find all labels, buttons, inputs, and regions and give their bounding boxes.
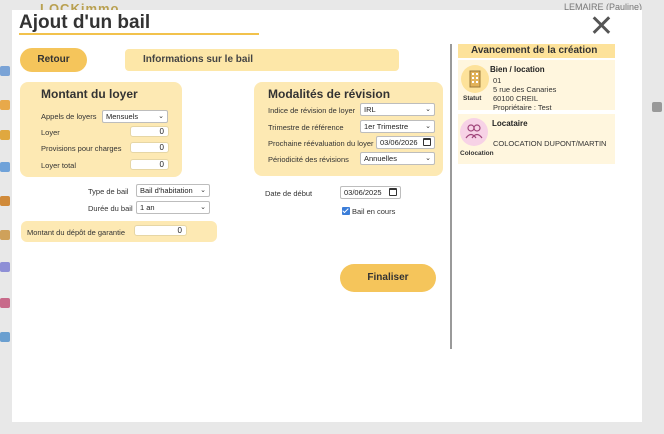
prochaine-reevaluation-value: 03/06/2026 — [380, 138, 418, 147]
date-debut-value: 03/06/2025 — [344, 188, 382, 197]
modalites-revision-heading: Modalités de révision — [268, 87, 391, 101]
modal-title: Ajout d'un bail — [19, 12, 151, 33]
info-bail-bar: Informations sur le bail — [125, 49, 399, 71]
building-icon — [461, 65, 489, 93]
locataire-status-label: Colocation — [460, 150, 494, 157]
appels-loyers-value: Mensuels — [106, 112, 139, 121]
indice-revision-label: Indice de révision de loyer — [268, 106, 356, 115]
type-bail-select[interactable]: Bail d'habitation ⌄ — [136, 184, 210, 197]
date-debut-label: Date de début — [265, 189, 313, 198]
background-nav-icon — [0, 162, 10, 172]
trimestre-reference-select[interactable]: 1er Trimestre ⌄ — [360, 120, 435, 133]
montant-loyer-heading: Montant du loyer — [41, 87, 138, 101]
background-nav-icon — [0, 298, 10, 308]
trimestre-reference-label: Trimestre de référence — [268, 123, 344, 132]
indice-revision-value: IRL — [364, 105, 376, 114]
finaliser-button[interactable]: Finaliser — [340, 264, 436, 292]
background-nav-icon — [0, 262, 10, 272]
title-underline — [19, 33, 259, 35]
bien-location-name: Bien / location — [490, 65, 545, 74]
bien-status-label: Statut — [463, 95, 482, 102]
indice-revision-select[interactable]: IRL ⌄ — [360, 103, 435, 116]
periodicite-value: Annuelles — [364, 154, 397, 163]
locataire-step: Colocation Locataire COLOCATION DUPONT/M… — [458, 114, 615, 164]
periodicite-select[interactable]: Annuelles ⌄ — [360, 152, 435, 165]
depot-garantie-input[interactable]: 0 — [134, 225, 187, 236]
calendar-icon[interactable] — [423, 138, 431, 146]
background-nav-icon — [0, 196, 10, 206]
provisions-label: Provisions pour charges — [41, 144, 122, 153]
background-nav-icon — [0, 66, 10, 76]
people-icon — [460, 118, 488, 146]
bail-en-cours-label[interactable]: Bail en cours — [352, 207, 395, 216]
ajout-bail-modal: Ajout d'un bail ✕ Retour Informations su… — [12, 10, 642, 422]
retour-button[interactable]: Retour — [20, 48, 87, 72]
appels-loyers-label: Appels de loyers — [41, 112, 97, 121]
duree-bail-value: 1 an — [140, 203, 155, 212]
provisions-input[interactable]: 0 — [130, 142, 169, 153]
vertical-divider — [450, 44, 452, 349]
avancement-title: Avancement de la création — [458, 44, 615, 58]
background-nav-icon — [0, 130, 10, 140]
modalites-revision-card: Modalités de révision Indice de révision… — [254, 82, 443, 176]
chevron-down-icon: ⌄ — [425, 106, 431, 113]
locataire-name: Locataire — [492, 119, 528, 128]
depot-garantie-card: Montant du dépôt de garantie 0 — [21, 221, 217, 242]
depot-garantie-label: Montant du dépôt de garantie — [27, 228, 125, 237]
background-nav-icon — [0, 100, 10, 110]
periodicite-label: Périodicité des révisions — [268, 155, 349, 164]
prochaine-reevaluation-label: Prochaine réévaluation du loyer — [268, 139, 374, 148]
duree-bail-select[interactable]: 1 an ⌄ — [136, 201, 210, 214]
loyer-label: Loyer — [41, 128, 60, 137]
chevron-down-icon: ⌄ — [158, 113, 164, 120]
bien-line-4: Propriétaire : Test — [493, 103, 552, 112]
appels-loyers-select[interactable]: Mensuels ⌄ — [102, 110, 168, 123]
date-debut-input[interactable]: 03/06/2025 — [340, 186, 401, 199]
close-icon[interactable]: ✕ — [589, 12, 614, 42]
background-nav-icon — [0, 230, 10, 240]
montant-loyer-card: Montant du loyer Appels de loyers Mensue… — [20, 82, 182, 177]
background-nav-icon — [0, 332, 10, 342]
loyer-input[interactable]: 0 — [130, 126, 169, 137]
duree-bail-label: Durée du bail — [88, 204, 133, 213]
chevron-down-icon: ⌄ — [425, 123, 431, 130]
bien-location-step: Statut Bien / location 01 5 rue des Cana… — [458, 60, 615, 112]
prochaine-reevaluation-date[interactable]: 03/06/2026 — [376, 136, 435, 149]
bien-line-2: 5 rue des Canaries — [493, 85, 557, 94]
loyer-total-input[interactable]: 0 — [130, 159, 169, 170]
bail-en-cours-checkbox[interactable] — [342, 207, 350, 215]
trimestre-reference-value: 1er Trimestre — [364, 122, 409, 131]
type-bail-label: Type de bail — [88, 187, 129, 196]
type-bail-value: Bail d'habitation — [140, 186, 193, 195]
chevron-down-icon: ⌄ — [200, 204, 206, 211]
locataire-line-1: COLOCATION DUPONT/MARTIN — [493, 139, 607, 148]
background-side-icon — [652, 102, 662, 112]
chevron-down-icon: ⌄ — [200, 187, 206, 194]
bien-line-3: 60100 CREIL — [493, 94, 539, 103]
loyer-total-label: Loyer total — [41, 161, 77, 170]
bien-line-1: 01 — [493, 76, 502, 85]
calendar-icon[interactable] — [389, 188, 397, 196]
chevron-down-icon: ⌄ — [425, 155, 431, 162]
